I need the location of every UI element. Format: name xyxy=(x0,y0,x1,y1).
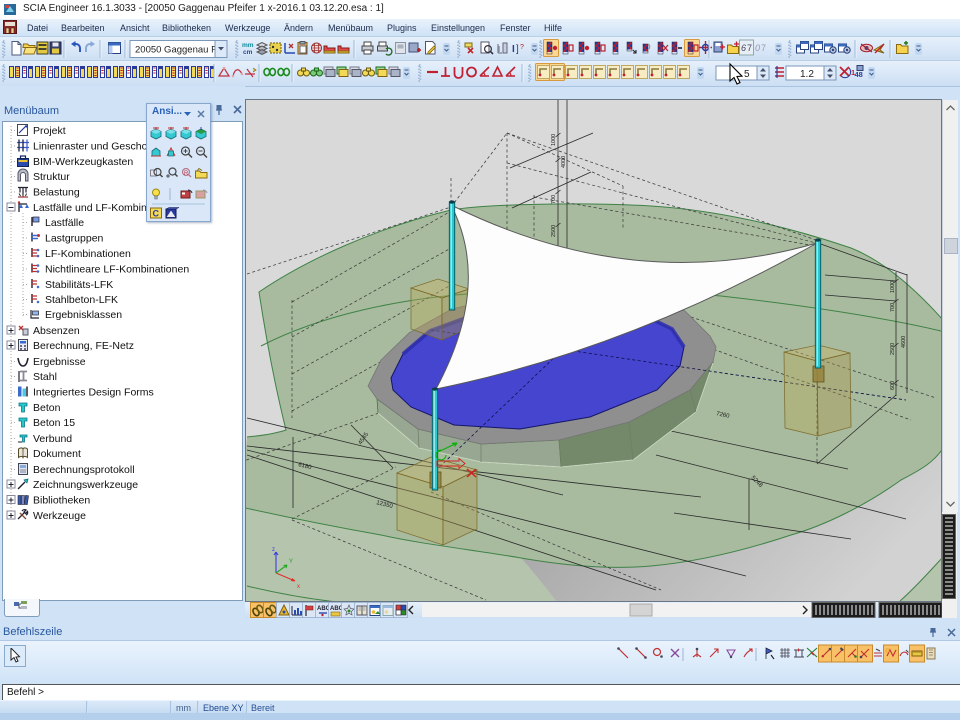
svg-text:Projekt: Projekt xyxy=(33,125,66,137)
svg-text:Nichtlineare LF-Kombinationen: Nichtlineare LF-Kombinationen xyxy=(45,264,189,276)
svg-text:Werkzeuge: Werkzeuge xyxy=(33,510,86,522)
svg-text:Linienraster und Geschosse: Linienraster und Geschosse xyxy=(33,141,164,153)
svg-text:Struktur: Struktur xyxy=(33,171,70,183)
svg-text:Lastfälle: Lastfälle xyxy=(45,217,84,229)
svg-text:R: R xyxy=(184,171,189,177)
svg-text:Berechnung, FE-Netz: Berechnung, FE-Netz xyxy=(33,340,134,352)
svg-text:mm: mm xyxy=(242,42,254,49)
svg-text:C: C xyxy=(153,209,160,219)
svg-text:1000: 1000 xyxy=(890,281,896,293)
svg-text:LF-Kombinationen: LF-Kombinationen xyxy=(45,248,131,260)
svg-text:700: 700 xyxy=(551,195,557,204)
svg-text:Absenzen: Absenzen xyxy=(33,325,80,337)
svg-text:Verbund: Verbund xyxy=(33,433,72,445)
svg-text:6: 6 xyxy=(741,43,746,53)
svg-text:Berechnungsprotokoll: Berechnungsprotokoll xyxy=(33,464,135,476)
svg-text:Bibliotheken: Bibliotheken xyxy=(33,495,90,507)
svg-text:4000: 4000 xyxy=(561,156,567,168)
svg-text:Beton: Beton xyxy=(33,402,61,414)
svg-text:Stahl: Stahl xyxy=(33,371,57,383)
svg-text:x: x xyxy=(297,584,300,590)
svg-text:20050 Gaggenau F: 20050 Gaggenau F xyxy=(135,45,217,56)
svg-text:7: 7 xyxy=(761,43,766,53)
svg-text:Stabilitäts-LFK: Stabilitäts-LFK xyxy=(45,279,113,291)
svg-text:48: 48 xyxy=(855,70,863,79)
svg-text:?: ? xyxy=(520,44,524,51)
svg-text:1000: 1000 xyxy=(551,134,557,146)
svg-text:600: 600 xyxy=(890,381,896,390)
svg-text:7: 7 xyxy=(747,43,752,53)
svg-text:Ergebnisklassen: Ergebnisklassen xyxy=(45,309,122,321)
svg-text:Dokument: Dokument xyxy=(33,448,81,460)
svg-text:2500: 2500 xyxy=(890,343,896,355)
svg-text:cm: cm xyxy=(243,49,253,56)
svg-text:Lastgruppen: Lastgruppen xyxy=(45,233,104,245)
svg-text:Integriertes Design Forms: Integriertes Design Forms xyxy=(33,387,154,399)
svg-text:z: z xyxy=(272,547,275,553)
svg-text:Ergebnisse: Ergebnisse xyxy=(33,356,86,368)
svg-text:I: I xyxy=(512,44,515,55)
svg-text:Belastung: Belastung xyxy=(33,187,80,199)
svg-text:Stahlbeton-LFK: Stahlbeton-LFK xyxy=(45,294,118,306)
svg-text:Zeichnungswerkzeuge: Zeichnungswerkzeuge xyxy=(33,479,138,491)
svg-text:5: 5 xyxy=(744,69,750,80)
svg-text:Y: Y xyxy=(289,559,293,565)
svg-text:BIM-Werkzeugkasten: BIM-Werkzeugkasten xyxy=(33,156,133,168)
svg-text:2500: 2500 xyxy=(551,225,557,237)
svg-text:]: ] xyxy=(516,44,519,55)
svg-text:700: 700 xyxy=(890,303,896,312)
svg-text:Beton 15: Beton 15 xyxy=(33,417,75,429)
svg-text:0: 0 xyxy=(755,43,760,53)
svg-text:4600: 4600 xyxy=(901,336,907,348)
svg-text:1.2: 1.2 xyxy=(800,69,814,80)
